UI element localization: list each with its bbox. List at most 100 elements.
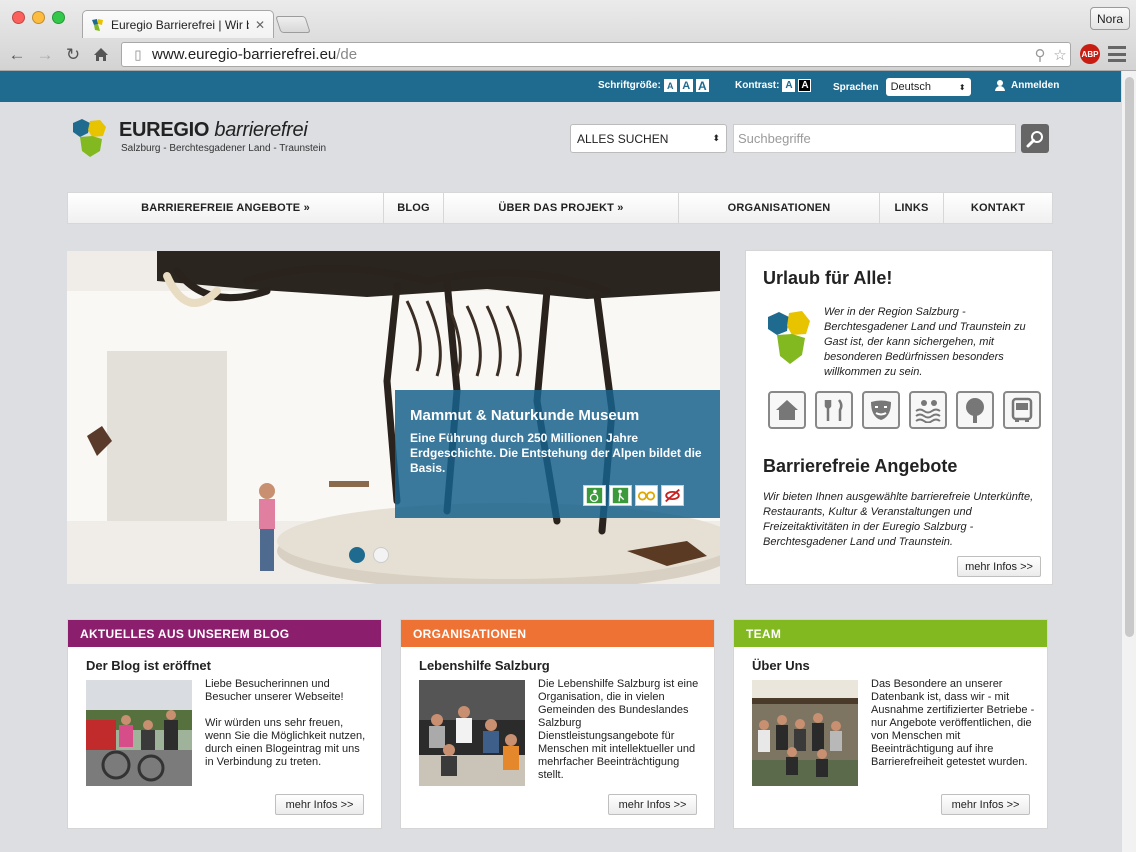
font-size-small-button[interactable]: A: [663, 79, 677, 92]
reload-icon[interactable]: ↻: [62, 44, 84, 66]
select-arrows-icon: ⬍: [958, 82, 966, 92]
font-size-label: Schriftgröße:: [598, 80, 661, 91]
nav-links[interactable]: LINKS: [880, 193, 944, 223]
new-tab-button[interactable]: [275, 16, 311, 33]
bus-icon[interactable]: [1003, 391, 1041, 429]
slide-caption[interactable]: Mammut & Naturkunde Museum Eine Führung …: [395, 390, 720, 518]
organisations-card: ORGANISATIONEN Lebenshilfe Salzburg Die …: [400, 619, 715, 829]
blog-card-title[interactable]: Der Blog ist eröffnet: [86, 658, 211, 673]
slide-title: Mammut & Naturkunde Museum: [410, 407, 640, 424]
blog-card: AKTUELLES AUS UNSEREM BLOG Der Blog ist …: [67, 619, 382, 829]
back-arrow-icon[interactable]: ←: [6, 44, 28, 66]
sidebox-heading-holiday: Urlaub für Alle!: [763, 268, 893, 288]
nav-blog[interactable]: BLOG: [384, 193, 444, 223]
search-icon: [1026, 130, 1043, 147]
language-label: Sprachen: [833, 81, 879, 93]
browser-tab[interactable]: Euregio Barrierefrei | Wir b ✕: [82, 10, 274, 38]
adblock-plus-icon[interactable]: ABP: [1080, 44, 1100, 64]
logo-title: EUREGIO barrierefrei: [119, 119, 308, 141]
blog-card-image[interactable]: [86, 680, 192, 786]
sidebox-text: Wir bieten Ihnen ausgewählte barrierefre…: [763, 491, 1034, 548]
slider-dot-1[interactable]: [349, 547, 365, 563]
language-control: Sprachen Deutsch ⬍: [833, 78, 971, 96]
font-size-large-button[interactable]: A: [695, 79, 709, 93]
category-icons: [768, 391, 1041, 429]
page-icon: ▯: [134, 46, 142, 62]
sidebox-intro: Wer in der Region Salzburg - Berchtesgad…: [824, 306, 1026, 378]
maximize-window-button[interactable]: [52, 11, 65, 24]
wheelchair-icon: [583, 485, 606, 506]
slider-pagination: [349, 547, 389, 563]
search-button[interactable]: [1021, 124, 1049, 153]
window-controls: [12, 11, 65, 24]
organisations-card-more-button[interactable]: mehr Infos >>: [608, 794, 697, 815]
forward-arrow-icon[interactable]: →: [34, 44, 56, 66]
page-scrollbar[interactable]: [1121, 71, 1136, 852]
user-icon: [995, 80, 1005, 91]
blind-icon: [661, 485, 684, 506]
tab-close-icon[interactable]: ✕: [255, 18, 265, 32]
contrast-normal-button[interactable]: A: [782, 79, 796, 92]
tree-icon[interactable]: [956, 391, 994, 429]
child-figure: [259, 483, 275, 571]
url-text[interactable]: www.euregio-barrierefrei.eu/de: [152, 46, 1030, 63]
browser-menu-icon[interactable]: [1108, 46, 1126, 62]
contrast-high-button[interactable]: A: [798, 79, 812, 92]
slider-dot-2[interactable]: [373, 547, 389, 563]
utility-bar: Schriftgröße: A A A Kontrast: A A Sprach…: [0, 71, 1121, 102]
scrollbar-thumb[interactable]: [1125, 77, 1134, 637]
logo-subtitle: Salzburg - Berchtesgadener Land - Trauns…: [121, 143, 327, 154]
slide-text: Eine Führung durch 250 Millionen Jahre E…: [410, 431, 702, 475]
bookmark-star-icon[interactable]: ☆: [1050, 46, 1070, 64]
nav-kontakt[interactable]: KONTAKT: [944, 193, 1052, 223]
favicon-icon: [92, 18, 103, 31]
blog-card-text: Liebe Besucherinnen und Besucher unserer…: [205, 678, 366, 768]
blog-card-more-button[interactable]: mehr Infos >>: [275, 794, 364, 815]
profile-button[interactable]: Nora: [1090, 7, 1130, 30]
team-card-image[interactable]: [752, 680, 858, 786]
hero-slider[interactable]: Mammut & Naturkunde Museum Eine Führung …: [67, 251, 720, 584]
contrast-control: Kontrast: A A: [735, 79, 812, 92]
organisations-card-text: Die Lebenshilfe Salzburg ist eine Organi…: [538, 678, 699, 781]
nav-ueber-das-projekt[interactable]: ÜBER DAS PROJEKT »: [444, 193, 679, 223]
tab-title: Euregio Barrierefrei | Wir b: [111, 17, 249, 32]
sidebox-more-button[interactable]: mehr Infos >>: [957, 556, 1041, 577]
contrast-label: Kontrast:: [735, 80, 780, 91]
team-card-text: Das Besondere an unserer Datenbank ist, …: [871, 678, 1035, 768]
theater-mask-icon[interactable]: [862, 391, 900, 429]
sidebox-heading-offers: Barrierefreie Angebote: [763, 456, 958, 476]
organisations-card-title[interactable]: Lebenshilfe Salzburg: [419, 658, 550, 673]
main-navigation: BARRIEREFREIE ANGEBOTE » BLOG ÜBER DAS P…: [67, 192, 1053, 224]
organisations-card-header: ORGANISATIONEN: [401, 620, 714, 647]
font-size-medium-button[interactable]: A: [679, 79, 693, 92]
cutlery-icon[interactable]: [815, 391, 853, 429]
minimize-window-button[interactable]: [32, 11, 45, 24]
browser-chrome: Euregio Barrierefrei | Wir b ✕ Nora ← → …: [0, 0, 1136, 71]
nav-barrierefreie-angebote[interactable]: BARRIEREFREIE ANGEBOTE »: [68, 193, 384, 223]
address-bar[interactable]: ▯ www.euregio-barrierefrei.eu/de ⚲ ☆: [121, 42, 1071, 67]
close-window-button[interactable]: [12, 11, 25, 24]
home-icon[interactable]: [90, 44, 112, 66]
euregio-map-icon: [768, 311, 810, 364]
blog-card-header: AKTUELLES AUS UNSEREM BLOG: [68, 620, 381, 647]
swimming-icon[interactable]: [909, 391, 947, 429]
login-link[interactable]: Anmelden: [995, 80, 1059, 91]
browser-toolbar: ← → ↻ ▯ www.euregio-barrierefrei.eu/de ⚲…: [0, 38, 1136, 71]
holiday-info-box: Urlaub für Alle! Wer in der Region Salzb…: [745, 250, 1053, 585]
visual-impairment-icon: [635, 485, 658, 506]
team-card-header: TEAM: [734, 620, 1047, 647]
team-card-more-button[interactable]: mehr Infos >>: [941, 794, 1030, 815]
team-card-title[interactable]: Über Uns: [752, 658, 810, 673]
search-input[interactable]: [733, 124, 1016, 153]
page-viewport: Schriftgröße: A A A Kontrast: A A Sprach…: [0, 71, 1121, 852]
search-scope-select[interactable]: ALLES SUCHEN ⬍: [570, 124, 727, 153]
accessibility-icons: [583, 485, 684, 506]
nav-organisationen[interactable]: ORGANISATIONEN: [679, 193, 880, 223]
organisations-card-image[interactable]: [419, 680, 525, 786]
zoom-search-icon[interactable]: ⚲: [1030, 46, 1050, 64]
house-icon[interactable]: [768, 391, 806, 429]
walking-aid-icon: [609, 485, 632, 506]
select-arrows-icon: ⬍: [712, 133, 720, 143]
site-logo[interactable]: EUREGIO barrierefrei Salzburg - Berchtes…: [70, 117, 330, 159]
language-select[interactable]: Deutsch ⬍: [885, 78, 971, 96]
